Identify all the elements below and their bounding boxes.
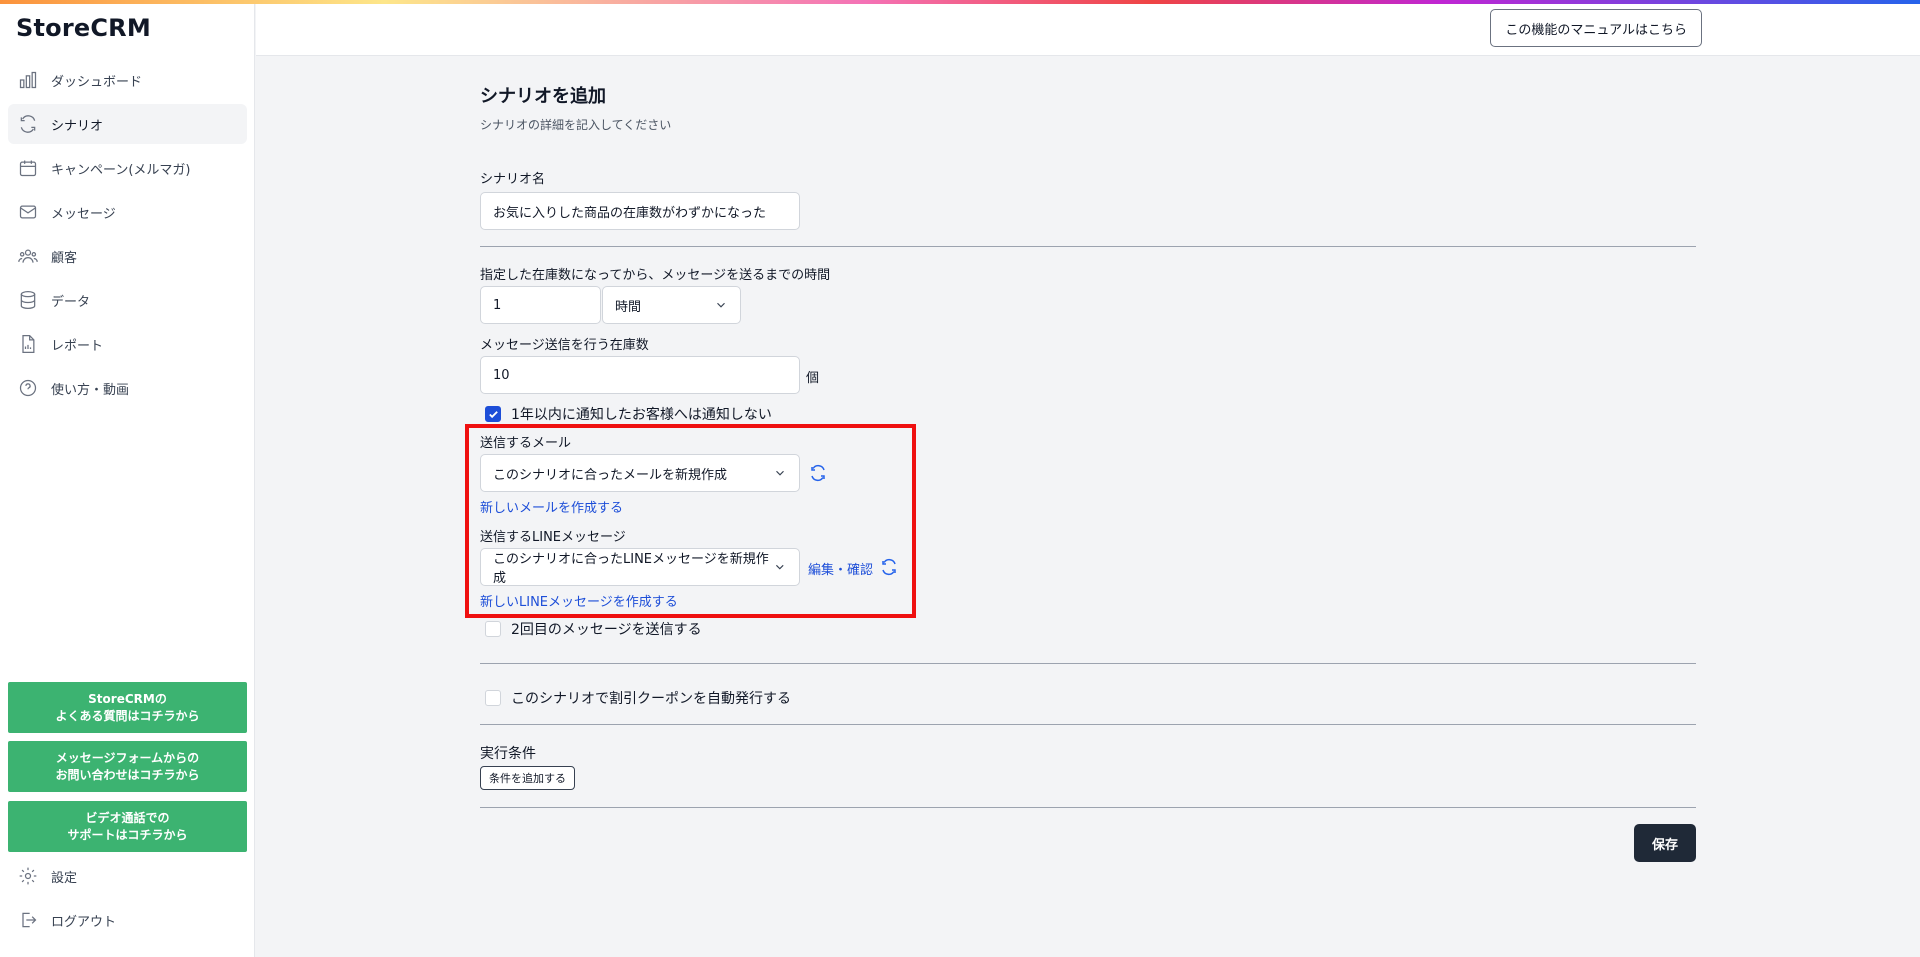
- scenario-name-input[interactable]: お気に入りした商品の在庫数がわずかになった: [480, 192, 800, 230]
- wait-time-unit-select[interactable]: 時間: [602, 286, 741, 324]
- sidebar-item-label: キャンペーン(メルマガ): [51, 162, 191, 178]
- sidebar-item-report[interactable]: レポート: [8, 324, 247, 364]
- contact-form-button[interactable]: メッセージフォームからの お問い合わせはコチラから: [8, 741, 247, 792]
- sidebar-item-label: 使い方・動画: [51, 382, 130, 398]
- sidebar-nav: ダッシュボード シナリオ キャンペーン(メルマガ) メッセージ 顧客 データ レ…: [8, 60, 247, 412]
- sidebar-item-label: 設定: [51, 870, 78, 886]
- video-support-button[interactable]: ビデオ通話での サポートはコチラから: [8, 801, 247, 852]
- chevron-down-icon: [717, 302, 725, 308]
- sidebar-item-label: データ: [51, 294, 91, 310]
- divider: [480, 807, 1696, 808]
- sidebar-item-label: レポート: [51, 338, 104, 354]
- app-logo[interactable]: StoreCRM: [16, 14, 151, 42]
- gear-icon: [17, 865, 39, 887]
- second-message-label: 2回目のメッセージを送信する: [511, 622, 702, 638]
- sidebar-item-label: シナリオ: [51, 118, 104, 134]
- skip-notified-checkbox[interactable]: [485, 406, 501, 422]
- add-condition-button[interactable]: 条件を追加する: [480, 766, 575, 790]
- stock-count-label: メッセージ送信を行う在庫数: [480, 338, 649, 353]
- faq-button[interactable]: StoreCRMの よくある質問はコチラから: [8, 682, 247, 733]
- header: この機能のマニュアルはこちら: [256, 4, 1920, 56]
- sidebar-item-label: 顧客: [51, 250, 78, 266]
- sidebar-item-label: ダッシュボード: [51, 74, 143, 90]
- coupon-checkbox-row[interactable]: このシナリオで割引クーポンを自動発行する: [485, 688, 791, 708]
- sidebar-item-dashboard[interactable]: ダッシュボード: [8, 60, 247, 100]
- logout-icon: [17, 909, 39, 931]
- check-icon: [488, 410, 498, 418]
- bar-chart-icon: [17, 69, 39, 91]
- sidebar-item-campaign[interactable]: キャンペーン(メルマガ): [8, 148, 247, 188]
- skip-notified-label: 1年以内に通知したお客様へは通知しない: [511, 407, 772, 423]
- sidebar-item-data[interactable]: データ: [8, 280, 247, 320]
- wait-time-input[interactable]: 1: [480, 286, 601, 324]
- database-icon: [17, 289, 39, 311]
- sidebar-item-label: ログアウト: [51, 914, 117, 930]
- page-subtitle: シナリオの詳細を記入してください: [480, 118, 672, 132]
- sidebar-item-customers[interactable]: 顧客: [8, 236, 247, 276]
- highlight-box: [465, 424, 916, 618]
- scenario-name-label: シナリオ名: [480, 172, 546, 187]
- sidebar-item-logout[interactable]: ログアウト: [8, 900, 247, 940]
- wait-time-label: 指定した在庫数になってから、メッセージを送るまでの時間: [480, 268, 831, 283]
- manual-button[interactable]: この機能のマニュアルはこちら: [1490, 9, 1702, 47]
- second-message-checkbox[interactable]: [485, 621, 501, 637]
- stock-count-input[interactable]: 10: [480, 356, 800, 394]
- sidebar-item-scenario[interactable]: シナリオ: [8, 104, 247, 144]
- sidebar: StoreCRM ダッシュボード シナリオ キャンペーン(メルマガ) メッセージ…: [0, 0, 255, 957]
- refresh-icon: [17, 113, 39, 135]
- calendar-icon: [17, 157, 39, 179]
- skip-notified-checkbox-row[interactable]: 1年以内に通知したお客様へは通知しない: [485, 404, 772, 424]
- divider: [480, 663, 1696, 664]
- second-message-checkbox-row[interactable]: 2回目のメッセージを送信する: [485, 619, 702, 639]
- sidebar-item-label: メッセージ: [51, 206, 116, 222]
- sidebar-item-help[interactable]: 使い方・動画: [8, 368, 247, 408]
- sidebar-item-messages[interactable]: メッセージ: [8, 192, 247, 232]
- coupon-label: このシナリオで割引クーポンを自動発行する: [511, 691, 791, 707]
- divider: [480, 724, 1696, 725]
- stock-unit: 個: [806, 371, 820, 386]
- help-icon: [17, 377, 39, 399]
- save-button[interactable]: 保存: [1634, 824, 1696, 862]
- page-title: シナリオを追加: [480, 86, 606, 107]
- coupon-checkbox[interactable]: [485, 690, 501, 706]
- sidebar-item-settings[interactable]: 設定: [8, 856, 247, 896]
- mail-icon: [17, 201, 39, 223]
- users-icon: [17, 245, 39, 267]
- top-gradient-bar: [0, 0, 1920, 4]
- report-icon: [17, 333, 39, 355]
- conditions-label: 実行条件: [480, 746, 536, 762]
- wait-time-unit-value: 時間: [615, 299, 642, 315]
- divider: [480, 246, 1696, 247]
